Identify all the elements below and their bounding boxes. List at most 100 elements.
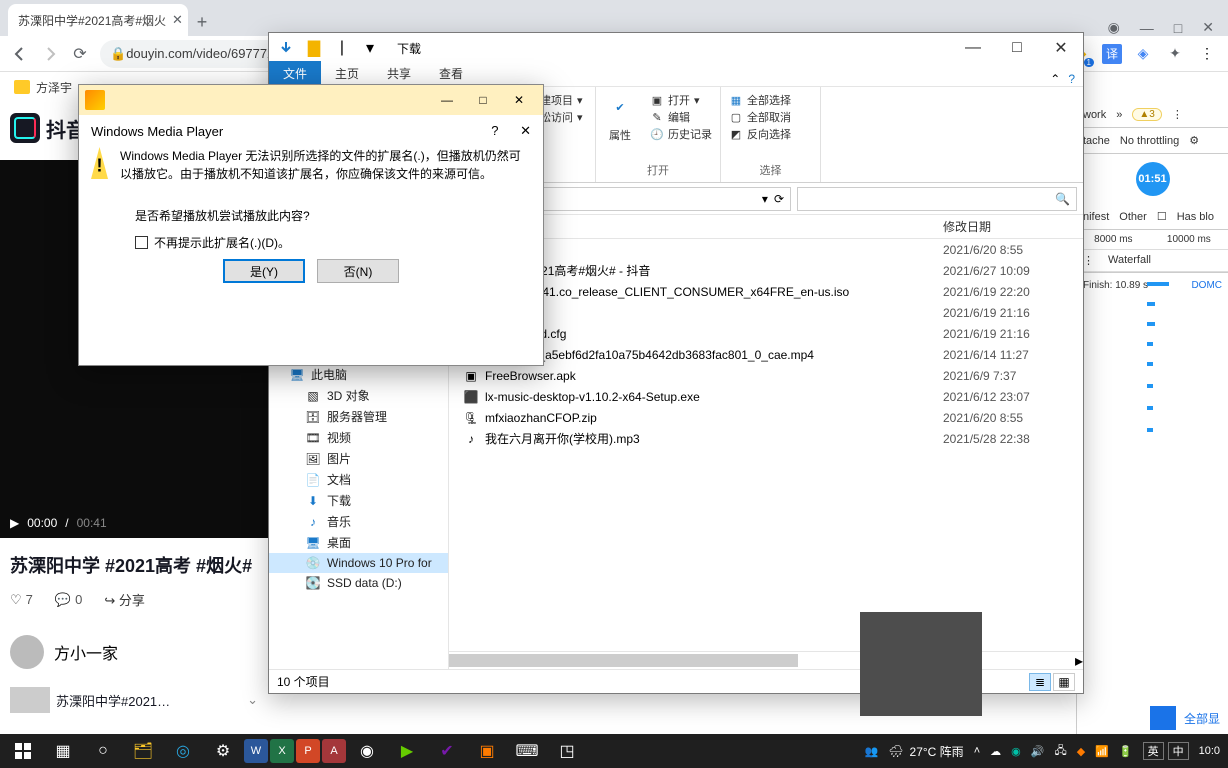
table-row[interactable]: ⚙ltd2021/6/19 21:16 — [449, 302, 1083, 323]
dt-hasblock[interactable]: Has blo — [1177, 211, 1214, 223]
comment-button[interactable]: 💬0 — [55, 592, 82, 608]
col-date[interactable]: 修改日期 — [943, 215, 1083, 238]
ribbon-edit[interactable]: ✎编辑 — [650, 109, 712, 125]
tb-access-icon[interactable]: A — [322, 739, 346, 763]
uploader-row[interactable]: 方小一家 — [0, 625, 268, 679]
tree-doc[interactable]: 📄文档 — [269, 469, 448, 490]
h-scrollbar[interactable]: ◂ ▸ — [449, 651, 1083, 669]
chrome-tab-active[interactable]: 苏溧阳中学#2021高考#烟火 ✕ — [8, 4, 188, 36]
dt-manifest[interactable]: nifest — [1083, 211, 1109, 223]
tb-edge-icon[interactable]: ◎ — [164, 734, 202, 768]
scroll-right-icon[interactable]: ▸ — [1075, 651, 1083, 671]
chrome-close-icon[interactable]: ✕ — [1202, 19, 1214, 36]
tb-misc-icon[interactable]: ◳ — [548, 734, 586, 768]
footer-label[interactable]: 全部显 — [1184, 710, 1220, 727]
tb-weather[interactable]: 🌧 27°C 阵雨 — [888, 743, 963, 760]
share-button[interactable]: ↪ 分享 — [104, 590, 145, 609]
tray-app-icon[interactable]: ◉ — [1011, 745, 1021, 758]
view-large-icon[interactable]: ▦ — [1053, 673, 1075, 691]
wmp-min-icon[interactable]: — — [429, 86, 465, 114]
table-row[interactable]: 📁日中学#2021高考#烟火# - 抖音2021/6/27 10:09 — [449, 260, 1083, 281]
explorer-min-icon[interactable]: — — [951, 33, 995, 63]
list-header[interactable]: 修改日期 — [449, 215, 1083, 239]
table-row[interactable]: ▣FreeBrowser.apk2021/6/9 7:37 — [449, 365, 1083, 386]
tb-clock[interactable]: 10:0 — [1199, 745, 1220, 757]
yes-button[interactable]: 是(Y) — [223, 259, 305, 283]
tab-close-icon[interactable]: ✕ — [172, 12, 183, 28]
cortana-icon[interactable]: ○ — [84, 734, 122, 768]
ext-translate-icon[interactable]: 译 — [1102, 44, 1122, 64]
wmp-checkbox[interactable]: 不再提示此扩展名(.)(D)。 — [135, 234, 531, 251]
wmp-help-icon[interactable]: ? — [491, 123, 498, 138]
ribbon-tab-home[interactable]: 主页 — [321, 61, 373, 86]
tb-term-icon[interactable]: ⌨ — [508, 734, 546, 768]
new-tab-button[interactable]: + — [188, 8, 216, 36]
tb-excel-icon[interactable]: X — [270, 739, 294, 763]
tb-wmp-icon[interactable]: ▶ — [388, 734, 426, 768]
start-button[interactable] — [4, 734, 42, 768]
dt-throttle[interactable]: No throttling — [1120, 135, 1179, 147]
explorer-close-icon[interactable]: ✕ — [1039, 33, 1083, 63]
ribbon-tab-share[interactable]: 共享 — [373, 61, 425, 86]
play-icon[interactable]: ▶ — [10, 516, 19, 530]
tree-pic[interactable]: 🖼图片 — [269, 448, 448, 469]
ribbon-collapse-icon[interactable]: ⌃ — [1050, 72, 1060, 86]
tray-batt-icon[interactable]: 🔋 — [1119, 745, 1133, 758]
scroll-thumb[interactable] — [449, 654, 798, 667]
tb-orange-icon[interactable]: ▣ — [468, 734, 506, 768]
table-row[interactable]: ♪我在六月离开你(学校用).mp32021/5/28 22:38 — [449, 428, 1083, 449]
chrome-menu-icon[interactable]: ⋮ — [1196, 43, 1218, 65]
ribbon-properties[interactable]: ✔属性 — [604, 91, 636, 143]
tray-cloud-icon[interactable]: ☁ — [990, 745, 1001, 758]
dt-warn-badge[interactable]: ▲3 — [1132, 108, 1161, 121]
tree-this-pc[interactable]: 🖥此电脑 — [269, 364, 448, 385]
ime-b[interactable]: 中 — [1168, 742, 1189, 760]
ribbon-help-icon[interactable]: ? — [1068, 72, 1075, 86]
table-row[interactable]: 🗜mfxiaozhanCFOP.zip2021/6/20 8:55 — [449, 407, 1083, 428]
tray-net-icon[interactable]: 🖧 — [1054, 742, 1066, 761]
ime-a[interactable]: 英 — [1143, 742, 1164, 760]
ribbon-sel-none[interactable]: ▢全部取消 — [729, 109, 812, 125]
ext-extensions-icon[interactable]: ✦ — [1164, 43, 1186, 65]
explorer-search[interactable]: 🔍 — [797, 187, 1077, 211]
blue-button-fragment[interactable] — [1150, 706, 1176, 730]
table-row[interactable]: ⚙276516.xltd.cfg2021/6/19 21:16 — [449, 323, 1083, 344]
no-button[interactable]: 否(N) — [317, 259, 399, 283]
taskview-icon[interactable]: ▦ — [44, 734, 82, 768]
tb-ppt-icon[interactable]: P — [296, 739, 320, 763]
back-icon[interactable] — [10, 44, 30, 64]
view-details-icon[interactable]: ≣ — [1029, 673, 1051, 691]
ribbon-open[interactable]: ▣打开 ▾ — [650, 92, 712, 108]
qat-folder-icon[interactable]: ▇ — [301, 35, 327, 61]
tb-chrome-icon[interactable]: ◉ — [348, 734, 386, 768]
ext-wifi-icon[interactable]: ◈ — [1132, 43, 1154, 65]
ribbon-sel-all[interactable]: ▦全部选择 — [729, 92, 812, 108]
tree-3d[interactable]: ▧3D 对象 — [269, 385, 448, 406]
like-button[interactable]: ♡7 — [10, 592, 33, 608]
dt-chevron[interactable]: » — [1116, 109, 1122, 121]
chrome-account-icon[interactable]: ◉ — [1108, 19, 1120, 36]
table-row[interactable]: ▶19444225_a5ebf6d2fa10a75b4642db3683fac8… — [449, 344, 1083, 365]
chrome-max-icon[interactable]: □ — [1174, 20, 1182, 36]
tb-settings-icon[interactable]: ⚙ — [204, 734, 242, 768]
wmp-titlebar[interactable]: — □ ✕ — [79, 85, 543, 115]
explorer-titlebar[interactable]: ▇ | ▾ 下载 — □ ✕ — [269, 33, 1083, 63]
bookmark-label[interactable]: 方泽宇 — [36, 79, 72, 96]
explorer-max-icon[interactable]: □ — [995, 33, 1039, 63]
chrome-min-icon[interactable]: — — [1140, 20, 1154, 36]
tray-chevron-icon[interactable]: ˄ — [974, 745, 980, 757]
tb-explorer-icon[interactable]: 🗂 — [124, 734, 162, 768]
wmp-max-icon[interactable]: □ — [465, 86, 501, 114]
tray-wifi-icon[interactable]: 📶 — [1095, 745, 1109, 758]
table-row[interactable]: ⬛lx-music-desktop-v1.10.2-x64-Setup.exe2… — [449, 386, 1083, 407]
related-video[interactable]: 苏溧阳中学#2021… ⌄ — [0, 679, 268, 721]
ribbon-sel-inv[interactable]: ◩反向选择 — [729, 126, 812, 142]
qat-down-icon[interactable] — [273, 35, 299, 61]
tree-srv[interactable]: 🗄服务器管理 — [269, 406, 448, 427]
chevron-down-icon[interactable]: ⌄ — [247, 692, 258, 708]
tree-dl[interactable]: ⬇下载 — [269, 490, 448, 511]
ime[interactable]: 英 中 — [1143, 742, 1189, 760]
dt-tache[interactable]: tache — [1083, 135, 1110, 147]
reload-icon[interactable]: ⟳ — [70, 44, 90, 64]
refresh-icon[interactable]: ⟳ — [774, 192, 784, 206]
